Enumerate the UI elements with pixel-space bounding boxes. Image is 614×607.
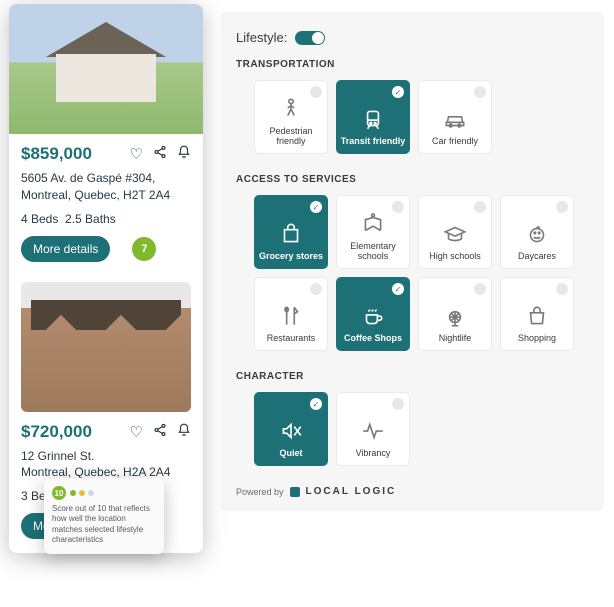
daycare-icon <box>522 220 552 248</box>
pedestrian-icon <box>276 95 306 123</box>
tile-pedestrian-friendly[interactable]: Pedestrian friendly <box>254 80 328 154</box>
bell-icon[interactable] <box>177 145 191 163</box>
address-line2: Montreal, Quebec, H2T 2A4 <box>21 188 170 202</box>
tile-grocery[interactable]: ✓ Grocery stores <box>254 195 328 269</box>
score-badge[interactable]: 7 <box>132 237 156 261</box>
elementary-icon <box>358 210 388 238</box>
tooltip-text: Score out of 10 that reflects how well t… <box>52 504 156 546</box>
tile-restaurants[interactable]: Restaurants <box>254 277 328 351</box>
tile-shopping[interactable]: Shopping <box>500 277 574 351</box>
tile-elementary[interactable]: Elementary schools <box>336 195 410 269</box>
local-logic-icon <box>290 487 300 497</box>
listing-beds-baths: 4 Beds 2.5 Baths <box>21 212 191 226</box>
share-icon[interactable] <box>153 145 167 163</box>
tile-label: Shopping <box>518 334 556 344</box>
tile-nightlife[interactable]: Nightlife <box>418 277 492 351</box>
shopping-icon <box>522 302 552 330</box>
check-icon <box>556 201 568 213</box>
tile-label: Coffee Shops <box>344 334 402 344</box>
check-icon <box>474 283 486 295</box>
tile-quiet[interactable]: ✓ Quiet <box>254 392 328 466</box>
car-icon <box>440 105 470 133</box>
tooltip-score-badge: 10 <box>52 486 66 500</box>
transit-icon <box>358 105 388 133</box>
beds-text: 4 Beds <box>21 212 58 226</box>
quiet-icon <box>276 417 306 445</box>
listing-price: $859,000 <box>21 144 92 164</box>
coffee-icon <box>358 302 388 330</box>
listings-sidebar: $859,000 ♡ 5605 Av. de Gaspé #304, Montr… <box>9 4 203 553</box>
tile-label: Pedestrian friendly <box>255 127 327 147</box>
lifestyle-label: Lifestyle: <box>236 30 287 45</box>
tile-row-character: ✓ Quiet Vibrancy <box>254 392 588 466</box>
check-icon: ✓ <box>392 86 404 98</box>
tile-label: Restaurants <box>267 334 316 344</box>
check-icon <box>310 283 322 295</box>
nightlife-icon <box>440 302 470 330</box>
listing-body: $859,000 ♡ 5605 Av. de Gaspé #304, Montr… <box>9 134 203 262</box>
tile-label: Grocery stores <box>259 252 323 262</box>
powered-by: Powered by LOCAL LOGIC <box>236 486 588 497</box>
tile-coffee[interactable]: ✓ Coffee Shops <box>336 277 410 351</box>
tile-car-friendly[interactable]: Car friendly <box>418 80 492 154</box>
section-title-character: CHARACTER <box>236 371 588 382</box>
tile-row-services: ✓ Grocery stores Elementary schools High… <box>254 195 588 351</box>
tile-label: Elementary schools <box>337 242 409 262</box>
section-title-transportation: TRANSPORTATION <box>236 59 588 70</box>
listing-card[interactable]: $859,000 ♡ 5605 Av. de Gaspé #304, Montr… <box>9 4 203 262</box>
listing-address: 12 Grinnel St. Montreal, Quebec, H2A 2A4 <box>21 448 191 482</box>
tile-label: High schools <box>429 252 481 262</box>
listing-address: 5605 Av. de Gaspé #304, Montreal, Quebec… <box>21 170 191 204</box>
check-icon <box>392 398 404 410</box>
address-line1: 12 Grinnel St. <box>21 449 94 463</box>
bell-icon[interactable] <box>177 423 191 441</box>
listing-price: $720,000 <box>21 422 92 442</box>
listing-photo <box>21 282 191 412</box>
highschool-icon <box>440 220 470 248</box>
section-title-services: ACCESS TO SERVICES <box>236 174 588 185</box>
check-icon <box>556 283 568 295</box>
tile-daycare[interactable]: Daycares <box>500 195 574 269</box>
share-icon[interactable] <box>153 423 167 441</box>
score-tooltip: 10 Score out of 10 that reflects how wel… <box>44 478 164 554</box>
check-icon: ✓ <box>392 283 404 295</box>
tile-label: Car friendly <box>432 137 478 147</box>
check-icon <box>392 201 404 213</box>
check-icon: ✓ <box>310 398 322 410</box>
tile-label: Nightlife <box>439 334 472 344</box>
tile-row-transportation: Pedestrian friendly ✓ Transit friendly C… <box>254 80 588 154</box>
vibrancy-icon <box>358 417 388 445</box>
check-icon <box>474 201 486 213</box>
listing-photo <box>9 4 203 134</box>
tile-transit-friendly[interactable]: ✓ Transit friendly <box>336 80 410 154</box>
restaurant-icon <box>276 302 306 330</box>
heart-icon[interactable]: ♡ <box>130 423 143 441</box>
tile-label: Quiet <box>279 449 302 459</box>
brand-text: LOCAL LOGIC <box>306 486 397 497</box>
baths-text: 2.5 Baths <box>65 212 116 226</box>
tile-label: Daycares <box>518 252 556 262</box>
address-line1: 5605 Av. de Gaspé #304, <box>21 171 155 185</box>
tile-vibrancy[interactable]: Vibrancy <box>336 392 410 466</box>
check-icon <box>310 86 322 98</box>
tile-label: Transit friendly <box>341 137 406 147</box>
more-details-button[interactable]: More details <box>21 236 110 262</box>
grocery-icon <box>276 220 306 248</box>
tile-label: Vibrancy <box>356 449 391 459</box>
lifestyle-toggle[interactable] <box>295 31 325 45</box>
check-icon <box>474 86 486 98</box>
powered-by-label: Powered by <box>236 487 284 497</box>
tile-highschool[interactable]: High schools <box>418 195 492 269</box>
tooltip-dots <box>70 490 94 496</box>
lifestyle-panel: Lifestyle: TRANSPORTATION Pedestrian fri… <box>220 12 604 511</box>
check-icon: ✓ <box>310 201 322 213</box>
heart-icon[interactable]: ♡ <box>130 145 143 163</box>
